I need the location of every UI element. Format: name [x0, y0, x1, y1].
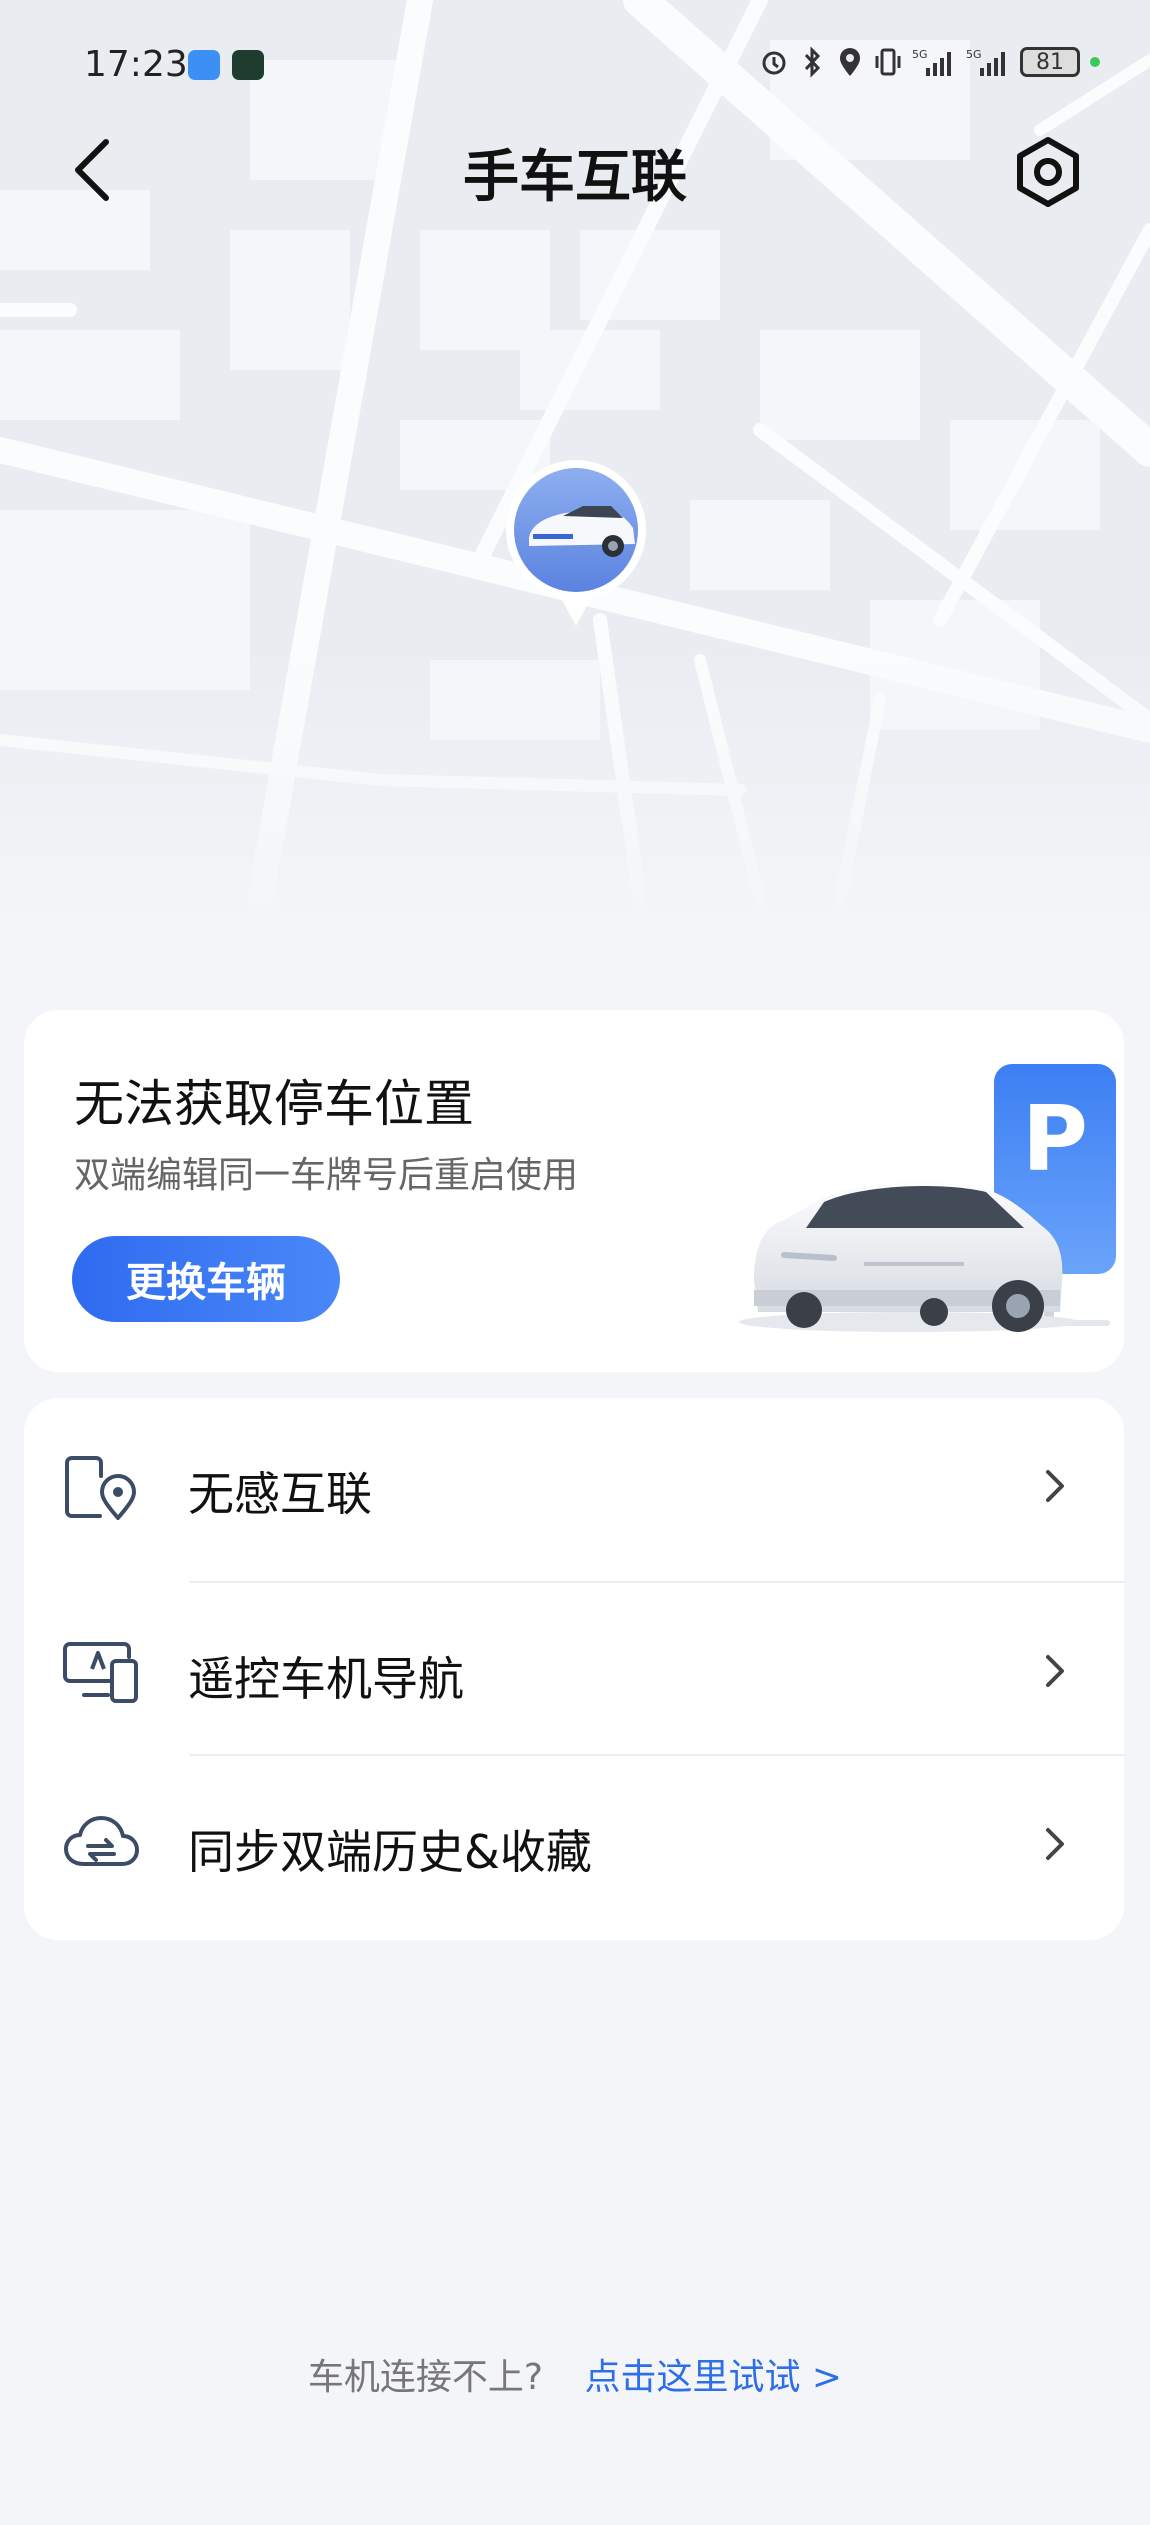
menu-item-sync-history[interactable]: 同步双端历史&收藏 [24, 1756, 1124, 1929]
connection-help-question: 车机连接不上? [307, 2357, 544, 2398]
feature-menu: 无感互联 遥控车机导航 同步双端历史&收藏 [24, 1398, 1124, 1940]
menu-item-seamless-connect[interactable]: 无感互联 [24, 1398, 1124, 1571]
settings-hex-icon [1017, 137, 1079, 207]
menu-label: 无感互联 [188, 1467, 372, 1521]
svg-text:5G: 5G [966, 48, 982, 61]
parking-card-subtitle: 双端编辑同一车牌号后重启使用 [74, 1155, 579, 1196]
battery-icon: 81 [1020, 47, 1080, 77]
change-vehicle-button[interactable]: 更换车辆 [72, 1236, 340, 1322]
menu-label: 遥控车机导航 [188, 1652, 464, 1706]
svg-text:5G: 5G [912, 48, 928, 61]
status-icons: 5G 5G 81 [760, 46, 1100, 78]
status-bar: 17:23 5G 5G 81 [0, 0, 1150, 135]
location-icon [840, 48, 860, 76]
vibrate-icon [875, 48, 901, 76]
bluetooth-icon [804, 46, 821, 78]
status-time: 17:23 [84, 44, 188, 85]
connection-help: 车机连接不上? 点击这里试试 > [0, 2348, 1150, 2400]
signal-5g-icon: 5G [966, 48, 1005, 76]
parking-status-card: 无法获取停车位置 双端编辑同一车牌号后重启使用 更换车辆 P [24, 1010, 1124, 1372]
chevron-right-icon [1046, 1655, 1064, 1687]
menu-label: 同步双端历史&收藏 [188, 1825, 592, 1879]
parked-car-illustration: P [739, 1064, 1116, 1332]
parking-card-title: 无法获取停车位置 [74, 1075, 474, 1133]
cloud-app-icon [188, 50, 220, 80]
chevron-right-icon [1046, 1470, 1064, 1502]
page-title: 手车互联 [463, 145, 687, 210]
menu-item-remote-navigation[interactable]: 遥控车机导航 [24, 1583, 1124, 1756]
phone-location-icon [65, 1456, 136, 1520]
svg-text:P: P [1022, 1087, 1088, 1192]
status-dot [1090, 57, 1100, 67]
cloud-sync-icon [64, 1816, 139, 1866]
chevron-right-icon [1046, 1828, 1064, 1860]
signal-5g-icon: 5G [912, 48, 951, 76]
screen-phone-icon [63, 1642, 138, 1703]
map-fade-overlay [0, 640, 1150, 960]
app-icon [232, 50, 264, 80]
settings-button[interactable] [1010, 134, 1086, 210]
alarm-icon [762, 51, 786, 75]
try-here-link[interactable]: 点击这里试试 > [584, 2357, 842, 2398]
car-location-marker[interactable] [503, 458, 649, 628]
